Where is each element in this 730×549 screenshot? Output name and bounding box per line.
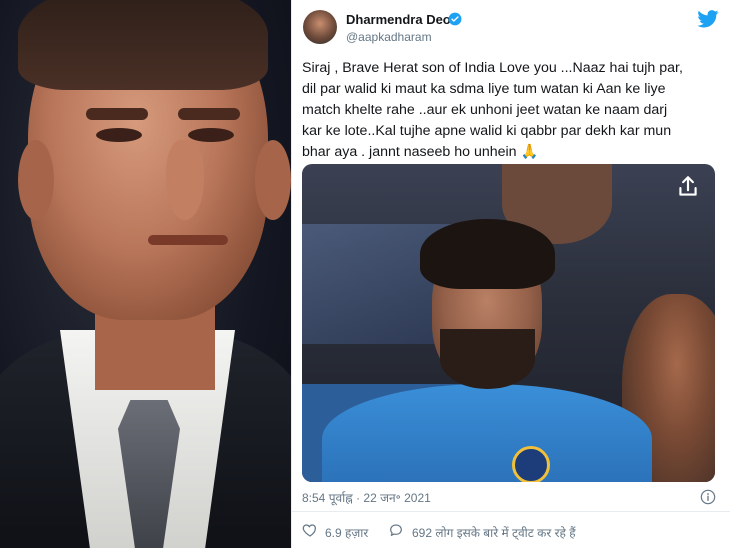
brow-right — [178, 108, 240, 120]
eye-left — [96, 128, 142, 142]
share-icon[interactable] — [675, 174, 701, 200]
display-name[interactable]: Dharmendra Deol — [346, 12, 454, 27]
info-icon[interactable] — [700, 489, 716, 505]
tweet-text: Siraj , Brave Herat son of India Love yo… — [302, 60, 683, 160]
portrait-photo — [0, 0, 291, 548]
tweet-media-image[interactable] — [302, 164, 715, 482]
eye-right — [188, 128, 234, 142]
nose — [166, 140, 204, 220]
player-hair — [420, 219, 555, 289]
handle[interactable]: @aapkadharam — [346, 30, 432, 44]
avatar[interactable] — [303, 10, 337, 44]
tweet-timestamp[interactable]: 8:54 पूर्वाह्न · 22 जन॰ 2021 — [302, 489, 431, 506]
tweeting-about-count[interactable]: 692 लोग इसके बारे में ट्वीट कर रहे हैं — [412, 524, 576, 541]
ear-left — [18, 140, 54, 220]
twitter-bird-icon[interactable] — [697, 10, 719, 28]
jersey-badge — [512, 446, 550, 482]
tweet-card: Dharmendra Deol @aapkadharam Siraj , Bra… — [291, 0, 730, 548]
like-count[interactable]: 6.9 हज़ार — [325, 524, 368, 541]
heart-icon[interactable] — [302, 522, 318, 538]
brow-left — [86, 108, 148, 120]
hair — [18, 0, 268, 90]
player-beard — [440, 329, 535, 389]
mouth — [148, 235, 228, 245]
tweet-actions: 6.9 हज़ार 692 लोग इसके बारे में ट्वीट कर… — [292, 511, 730, 549]
player-jersey — [322, 384, 652, 482]
verified-icon — [448, 12, 462, 26]
comment-icon[interactable] — [388, 522, 404, 538]
ear-right — [255, 140, 291, 220]
